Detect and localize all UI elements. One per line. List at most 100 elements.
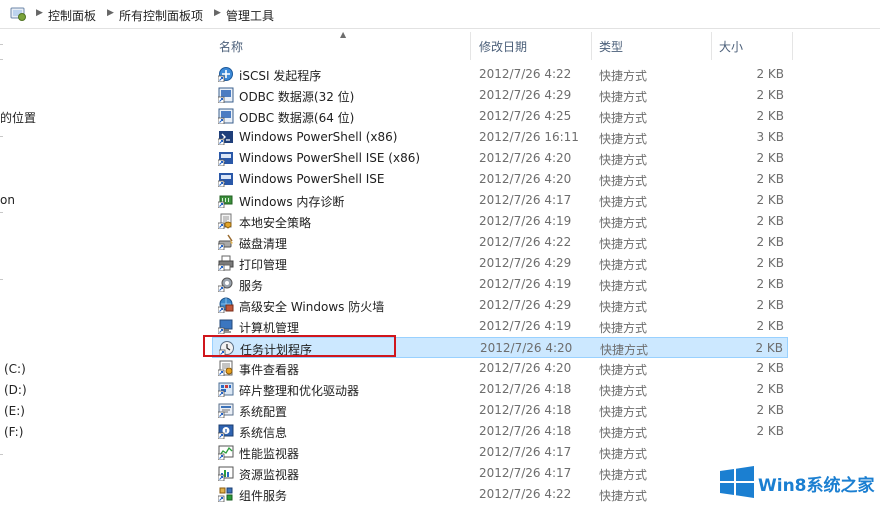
file-size: 2 KB [756, 67, 784, 81]
file-type: 快捷方式 [599, 321, 648, 335]
column-divider[interactable] [591, 32, 592, 60]
file-row[interactable]: 碎片整理和优化驱动器 2012/7/26 4:18 快捷方式 2 KB [212, 379, 788, 400]
breadcrumb-all-items[interactable]: 所有控制面板项 [119, 7, 203, 24]
file-name: Windows PowerShell (x86) [239, 130, 398, 144]
file-type: 快捷方式 [599, 426, 648, 440]
address-bar[interactable]: ▶ 控制面板 ▶ 所有控制面板项 ▶ 管理工具 [0, 0, 880, 29]
file-name: 服务 [239, 279, 264, 293]
file-size: 2 KB [756, 109, 784, 123]
column-header-name[interactable]: 名称 [219, 38, 243, 55]
file-date: 2012/7/26 4:18 [479, 382, 572, 396]
file-row[interactable]: 本地安全策略 2012/7/26 4:19 快捷方式 2 KB [212, 211, 788, 232]
breadcrumb-separator-icon[interactable]: ▶ [107, 8, 114, 18]
file-row[interactable]: 高级安全 Windows 防火墙 2012/7/26 4:29 快捷方式 2 K… [212, 295, 788, 316]
file-name: ODBC 数据源(32 位) [239, 90, 355, 104]
file-row[interactable]: 磁盘清理 2012/7/26 4:22 快捷方式 2 KB [212, 232, 788, 253]
file-row[interactable]: 性能监视器 2012/7/26 4:17 快捷方式 [212, 442, 788, 463]
file-date: 2012/7/26 4:20 [479, 172, 572, 186]
column-divider[interactable] [470, 32, 471, 60]
file-type: 快捷方式 [599, 216, 648, 230]
file-row[interactable]: ODBC 数据源(64 位) 2012/7/26 4:25 快捷方式 2 KB [212, 106, 788, 127]
file-row[interactable]: 系统配置 2012/7/26 4:18 快捷方式 2 KB [212, 400, 788, 421]
file-type: 快捷方式 [599, 132, 648, 146]
nav-item-on[interactable]: on [0, 193, 15, 207]
file-name: 计算机管理 [239, 321, 300, 335]
services-gear-icon [218, 277, 233, 292]
file-row[interactable]: Windows 内存诊断 2012/7/26 4:17 快捷方式 2 KB [212, 190, 788, 211]
nav-divider [0, 136, 3, 137]
printer-icon [218, 255, 234, 271]
file-name: 打印管理 [239, 258, 288, 272]
file-name: iSCSI 发起程序 [239, 69, 322, 83]
file-name: ODBC 数据源(64 位) [239, 111, 355, 125]
file-date: 2012/7/26 16:11 [479, 130, 579, 144]
file-row[interactable]: Windows PowerShell ISE (x86) 2012/7/26 4… [212, 148, 788, 169]
file-row[interactable]: ODBC 数据源(32 位) 2012/7/26 4:29 快捷方式 2 KB [212, 85, 788, 106]
file-row[interactable]: 组件服务 2012/7/26 4:22 快捷方式 [212, 484, 788, 505]
column-divider[interactable] [792, 32, 793, 60]
file-row[interactable]: Windows PowerShell ISE 2012/7/26 4:20 快捷… [212, 169, 788, 190]
powershell-ise-icon [218, 152, 233, 166]
breadcrumb-admin-tools[interactable]: 管理工具 [226, 7, 274, 24]
file-size: 2 KB [756, 403, 784, 417]
file-date: 2012/7/26 4:22 [479, 235, 572, 249]
file-row[interactable]: 系统信息 2012/7/26 4:18 快捷方式 2 KB [212, 421, 788, 442]
file-row[interactable]: Windows PowerShell (x86) 2012/7/26 16:11… [212, 127, 788, 148]
file-date: 2012/7/26 4:20 [479, 151, 572, 165]
file-name: Windows 内存诊断 [239, 195, 345, 209]
file-row[interactable]: iSCSI 发起程序 2012/7/26 4:22 快捷方式 2 KB [212, 64, 788, 85]
file-type: 快捷方式 [599, 90, 648, 104]
file-row[interactable]: 资源监视器 2012/7/26 4:17 快捷方式 [212, 463, 788, 484]
file-row[interactable]: 事件查看器 2012/7/26 4:20 快捷方式 2 KB [212, 358, 788, 379]
file-row[interactable]: 打印管理 2012/7/26 4:29 快捷方式 2 KB [212, 253, 788, 274]
file-name: 性能监视器 [239, 447, 300, 461]
column-header-type[interactable]: 类型 [599, 38, 623, 55]
file-name: 组件服务 [239, 489, 288, 503]
file-type: 快捷方式 [599, 279, 648, 293]
odbc-icon [218, 108, 234, 124]
column-header-date[interactable]: 修改日期 [479, 38, 527, 55]
system-info-icon [218, 424, 234, 439]
file-type: 快捷方式 [599, 363, 648, 377]
nav-drive-d[interactable]: (D:) [4, 383, 27, 397]
file-date: 2012/7/26 4:17 [479, 445, 572, 459]
system-config-icon [218, 403, 234, 418]
firewall-icon [218, 297, 234, 313]
odbc-icon [218, 87, 234, 103]
file-date: 2012/7/26 4:29 [479, 88, 572, 102]
file-row[interactable]: 服务 2012/7/26 4:19 快捷方式 2 KB [212, 274, 788, 295]
file-date: 2012/7/26 4:20 [480, 341, 573, 355]
column-divider[interactable] [711, 32, 712, 60]
disk-cleanup-icon [218, 234, 233, 250]
control-panel-icon [10, 7, 26, 21]
file-size: 2 KB [756, 277, 784, 291]
nav-item-locations[interactable]: 的位置 [0, 109, 36, 126]
file-date: 2012/7/26 4:19 [479, 319, 572, 333]
file-date: 2012/7/26 4:29 [479, 298, 572, 312]
breadcrumb-control-panel[interactable]: 控制面板 [48, 7, 96, 24]
file-size: 2 KB [755, 341, 783, 355]
nav-drive-f[interactable]: (F:) [4, 425, 23, 439]
file-name: 系统配置 [239, 405, 288, 419]
powershell-ise-icon [218, 173, 233, 187]
file-type: 快捷方式 [599, 384, 648, 398]
nav-drive-e[interactable]: (E:) [4, 404, 25, 418]
column-header-size[interactable]: 大小 [719, 38, 743, 55]
file-date: 2012/7/26 4:17 [479, 466, 572, 480]
file-size: 3 KB [756, 130, 784, 144]
nav-divider [0, 279, 3, 280]
highlight-annotation-box [203, 335, 396, 357]
nav-divider [0, 212, 3, 213]
breadcrumb-separator-icon[interactable]: ▶ [214, 8, 221, 18]
file-type: 快捷方式 [599, 300, 648, 314]
file-type: 快捷方式 [599, 468, 648, 482]
file-type: 快捷方式 [599, 174, 648, 188]
file-type: 快捷方式 [599, 489, 648, 503]
file-size: 2 KB [756, 319, 784, 333]
nav-drive-c[interactable]: (C:) [4, 362, 26, 376]
file-size: 2 KB [756, 235, 784, 249]
resource-monitor-icon [218, 466, 234, 481]
file-row[interactable]: 计算机管理 2012/7/26 4:19 快捷方式 2 KB [212, 316, 788, 337]
file-name: Windows PowerShell ISE (x86) [239, 151, 421, 165]
breadcrumb-separator-icon[interactable]: ▶ [36, 8, 43, 18]
